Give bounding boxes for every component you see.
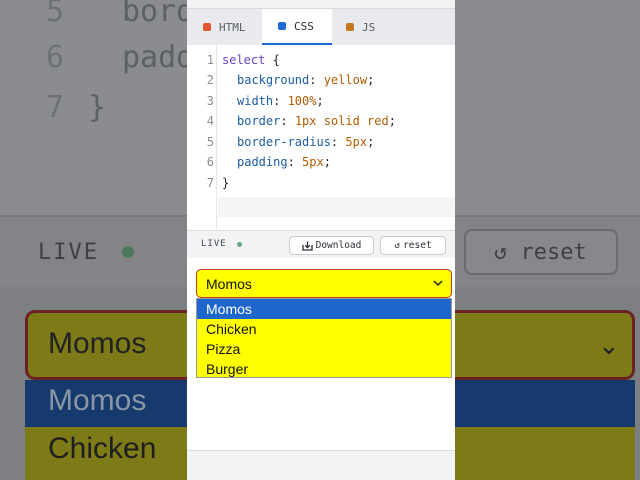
live-status-dot (237, 242, 242, 247)
code-line: padding: 5px; (237, 155, 331, 169)
line-number: 3 (206, 94, 214, 108)
bg-code-line: bord (122, 0, 195, 29)
code-punct: } (222, 176, 230, 190)
tab-label: JS (362, 20, 376, 34)
code-punct: ; (367, 135, 375, 149)
code-punct: : (309, 73, 324, 87)
css-property: width (237, 94, 274, 108)
food-select[interactable]: Momos (196, 269, 452, 298)
code-punct: : (287, 155, 303, 169)
live-preview: Momos Momos Chicken Pizza Burger (187, 258, 455, 451)
live-bar: LIVE Download ↺ reset (187, 231, 455, 258)
line-number: 6 (206, 155, 214, 169)
css-value: yellow (323, 73, 368, 87)
editor-tab-bar: HTML CSS JS (187, 8, 455, 45)
code-editor[interactable]: 1 2 3 4 5 6 7 select { background: yello… (187, 45, 455, 231)
line-number: 2 (206, 73, 214, 87)
select-option-burger[interactable]: Burger (197, 359, 451, 379)
bg-line-number: 5 (46, 0, 65, 29)
bg-live-label: LIVE (38, 240, 99, 265)
code-line: border-radius: 5px; (237, 135, 374, 149)
css-property: border (237, 114, 281, 128)
code-playground-panel: HTML CSS JS 1 2 3 4 5 6 7 select { backg… (187, 0, 455, 480)
tab-css[interactable]: CSS (262, 9, 332, 45)
css-value: 5px (345, 135, 368, 149)
bg-select-value: Momos (48, 327, 147, 360)
css-property: background (237, 73, 310, 87)
tab-html[interactable]: HTML (187, 9, 259, 45)
code-punct: ; (323, 155, 331, 169)
line-number: 7 (206, 176, 214, 190)
bg-code-line: } (88, 90, 107, 125)
tab-label: HTML (219, 20, 246, 34)
tab-label: CSS (294, 19, 314, 33)
select-value: Momos (206, 276, 252, 292)
html-tab-icon (203, 23, 211, 31)
tab-js[interactable]: JS (332, 9, 392, 45)
live-label: LIVE (201, 239, 227, 249)
code-line: select { (222, 53, 280, 67)
bg-line-number: 6 (46, 40, 65, 75)
code-line: } (222, 176, 229, 190)
line-number-gutter: 1 2 3 4 5 6 7 (187, 45, 217, 231)
bg-reset-button: ↺ reset (464, 229, 618, 275)
css-property: padding (237, 155, 288, 169)
code-punct: ; (367, 73, 375, 87)
reset-icon: ↺ (394, 240, 401, 251)
bg-chevron-down-icon: ⌄ (598, 330, 620, 360)
select-option-chicken[interactable]: Chicken (197, 319, 451, 339)
reset-button[interactable]: ↺ reset (380, 236, 446, 255)
code-punct: : (273, 94, 288, 108)
bg-option-label: Momos (48, 384, 147, 417)
css-selector: select (222, 53, 266, 67)
chevron-down-icon (433, 280, 443, 287)
css-value: 100% (287, 94, 317, 108)
code-punct: ; (316, 94, 324, 108)
css-tab-icon (278, 22, 286, 30)
select-option-pizza[interactable]: Pizza (197, 339, 451, 359)
code-punct: ; (388, 114, 396, 128)
bg-code-line: padd (122, 40, 195, 75)
line-number: 5 (206, 135, 214, 149)
download-icon (301, 241, 313, 251)
download-label: Download (315, 240, 362, 251)
code-line: background: yellow; (237, 73, 374, 87)
line-number: 4 (206, 114, 214, 128)
reset-label: reset (403, 240, 432, 251)
css-property: border-radius (237, 135, 331, 149)
css-value: 1px solid red (294, 114, 389, 128)
bg-option-label: Chicken (48, 432, 157, 465)
select-option-momos[interactable]: Momos (197, 299, 451, 319)
js-tab-icon (346, 23, 354, 31)
current-line-highlight (218, 197, 455, 217)
code-line: width: 100%; (237, 94, 324, 108)
bottom-bar (187, 452, 455, 480)
code-punct: : (280, 114, 295, 128)
bg-live-dot (122, 246, 134, 258)
code-punct: : (330, 135, 346, 149)
download-button[interactable]: Download (289, 236, 374, 255)
line-number: 1 (206, 53, 214, 67)
bg-line-number: 7 (46, 90, 65, 125)
code-punct: { (265, 53, 280, 67)
code-line: border: 1px solid red; (237, 114, 396, 128)
css-value: 5px (302, 155, 324, 169)
select-dropdown-list: Momos Chicken Pizza Burger (196, 298, 452, 378)
